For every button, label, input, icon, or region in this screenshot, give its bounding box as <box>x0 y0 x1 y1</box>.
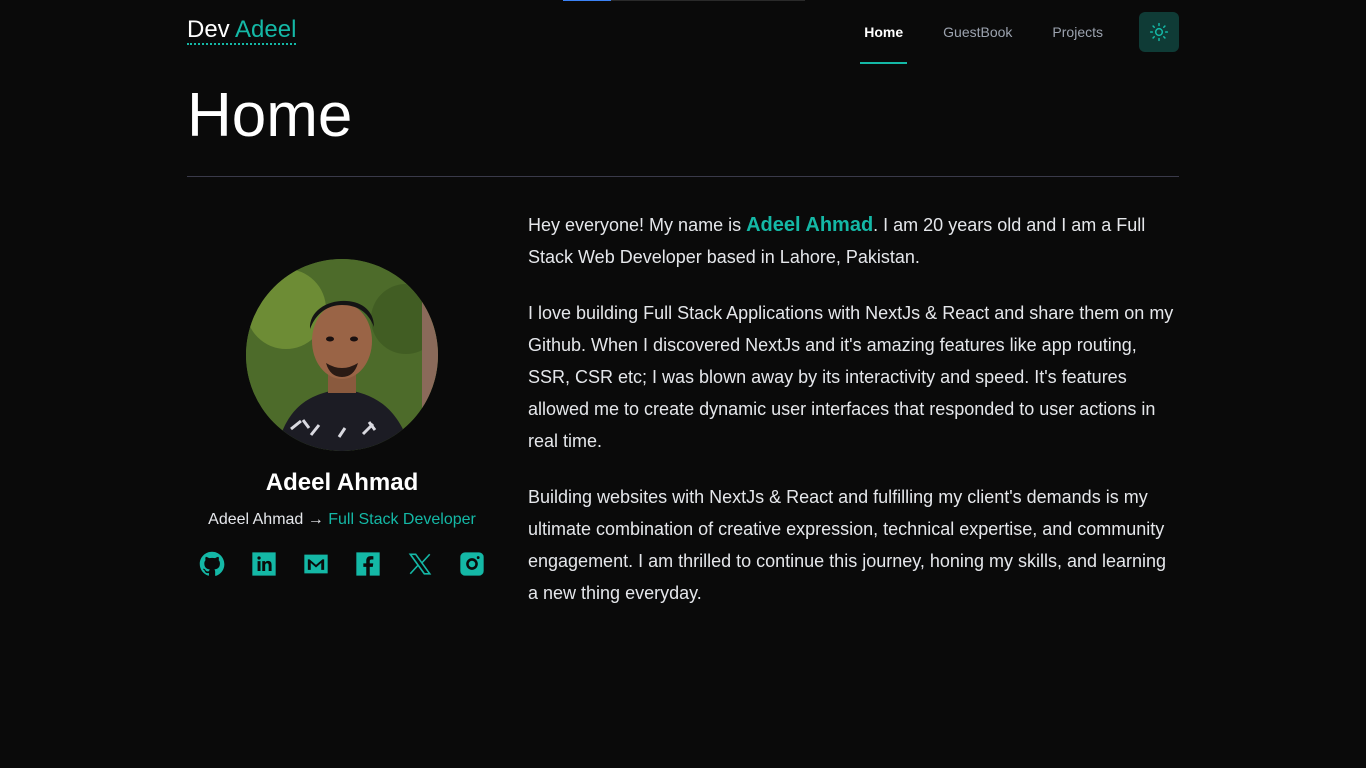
bio-intro: Hey everyone! My name is <box>528 215 747 235</box>
linkedin-icon <box>252 552 276 576</box>
x-icon <box>408 553 432 575</box>
github-icon <box>199 551 225 576</box>
mail-icon <box>304 554 328 574</box>
github-link[interactable] <box>197 549 227 579</box>
email-link[interactable] <box>301 549 331 579</box>
nav-projects[interactable]: Projects <box>1032 0 1123 64</box>
sun-icon <box>1149 22 1169 42</box>
x-link[interactable] <box>405 549 435 579</box>
nav-home[interactable]: Home <box>860 0 908 64</box>
avatar-portrait <box>246 259 438 451</box>
role-title: Full Stack Developer <box>328 511 476 528</box>
linkedin-link[interactable] <box>249 549 279 579</box>
avatar <box>246 259 438 451</box>
bio-name-highlight: Adeel Ahmad <box>746 214 874 236</box>
instagram-link[interactable] <box>457 549 487 579</box>
profile-card: Adeel Ahmad Adeel Ahmad → Full Stack Dev… <box>187 259 497 579</box>
site-logo[interactable]: Dev Adeel <box>187 16 297 45</box>
profile-name: Adeel Ahmad <box>265 469 419 496</box>
logo-first: Dev <box>187 16 230 43</box>
instagram-icon <box>460 552 484 576</box>
main-nav: Home GuestBook Projects <box>860 0 1179 64</box>
social-links <box>187 549 497 579</box>
logo-second: Adeel <box>235 16 297 43</box>
bio-section: Hey everyone! My name is Adeel Ahmad. I … <box>528 209 1179 633</box>
profile-role: Adeel Ahmad → Full Stack Developer <box>187 511 497 529</box>
theme-toggle-button[interactable] <box>1139 12 1179 52</box>
role-prefix: Adeel Ahmad <box>208 511 304 528</box>
bio-paragraph-2: I love building Full Stack Applications … <box>528 303 1174 451</box>
arrow-icon: → <box>307 511 324 528</box>
bio-paragraph-1: Hey everyone! My name is Adeel Ahmad. I … <box>528 209 1179 273</box>
facebook-icon <box>356 552 380 576</box>
site-header: Dev Adeel Home GuestBook Projects <box>187 0 1179 64</box>
nav-guestbook[interactable]: GuestBook <box>923 0 1032 64</box>
main-content: Adeel Ahmad Adeel Ahmad → Full Stack Dev… <box>187 177 1179 737</box>
bio-paragraph-3: Building websites with NextJs & React an… <box>528 487 1167 603</box>
facebook-link[interactable] <box>353 549 383 579</box>
page-title: Home <box>187 81 353 150</box>
